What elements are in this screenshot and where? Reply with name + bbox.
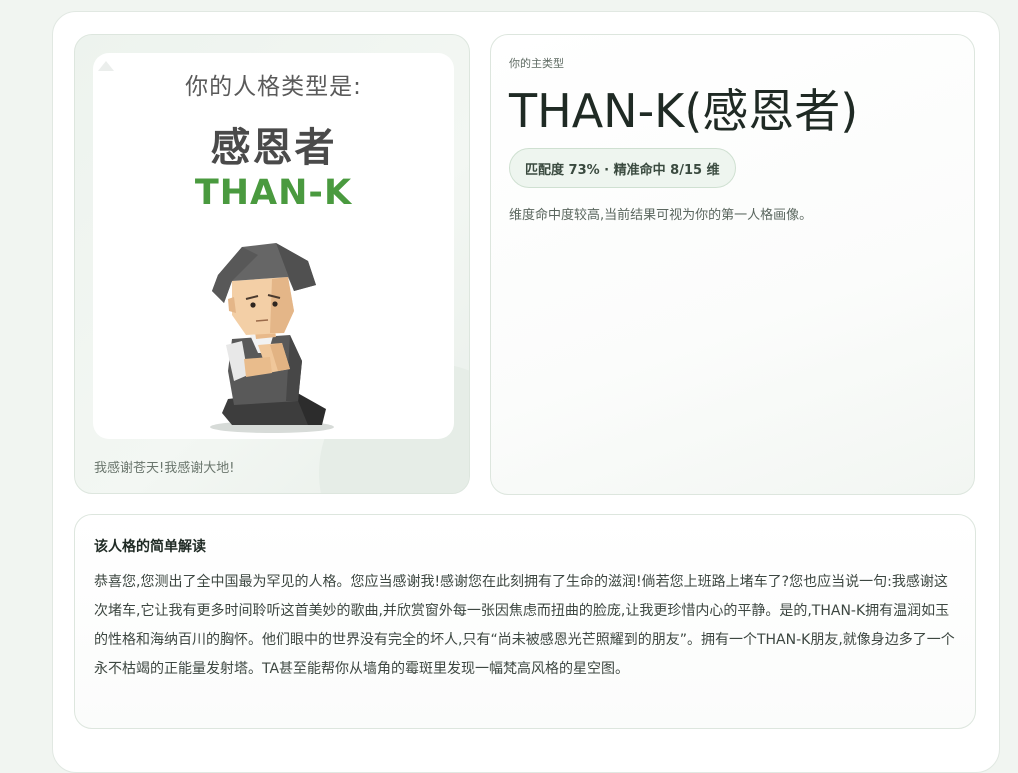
interpretation-body: 恭喜您,您测出了全中国最为罕见的人格。您应当感谢我!感谢您在此刻拥有了生命的滋润…	[94, 574, 955, 677]
poster-heading: 你的人格类型是:	[185, 74, 362, 100]
interpretation-panel: 该人格的简单解读 恭喜您,您测出了全中国最为罕见的人格。您应当感谢我!感谢您在此…	[74, 514, 976, 729]
match-badge: 匹配度 73% · 精准命中 8/15 维	[509, 148, 736, 188]
type-summary-panel: 你的主类型 THAN-K(感恩者) 匹配度 73% · 精准命中 8/15 维 …	[490, 34, 975, 495]
praying-character-icon	[210, 243, 334, 433]
main-type-label: 你的主类型	[509, 57, 564, 70]
summary-description: 维度命中度较高,当前结果可视为你的第一人格画像。	[509, 208, 813, 223]
poster-type-name: 感恩者	[210, 125, 337, 171]
poster-type-code: THAN-K	[194, 173, 353, 213]
type-title: THAN-K(感恩者)	[509, 84, 859, 138]
interpretation-title: 该人格的简单解读	[94, 539, 206, 555]
personality-poster-image: 你的人格类型是: 感恩者 THAN-K	[93, 53, 454, 439]
poster-panel: 你的人格类型是: 感恩者 THAN-K 我感谢苍天!我感谢大地!	[74, 34, 470, 494]
poster-caption: 我感谢苍天!我感谢大地!	[94, 461, 235, 476]
